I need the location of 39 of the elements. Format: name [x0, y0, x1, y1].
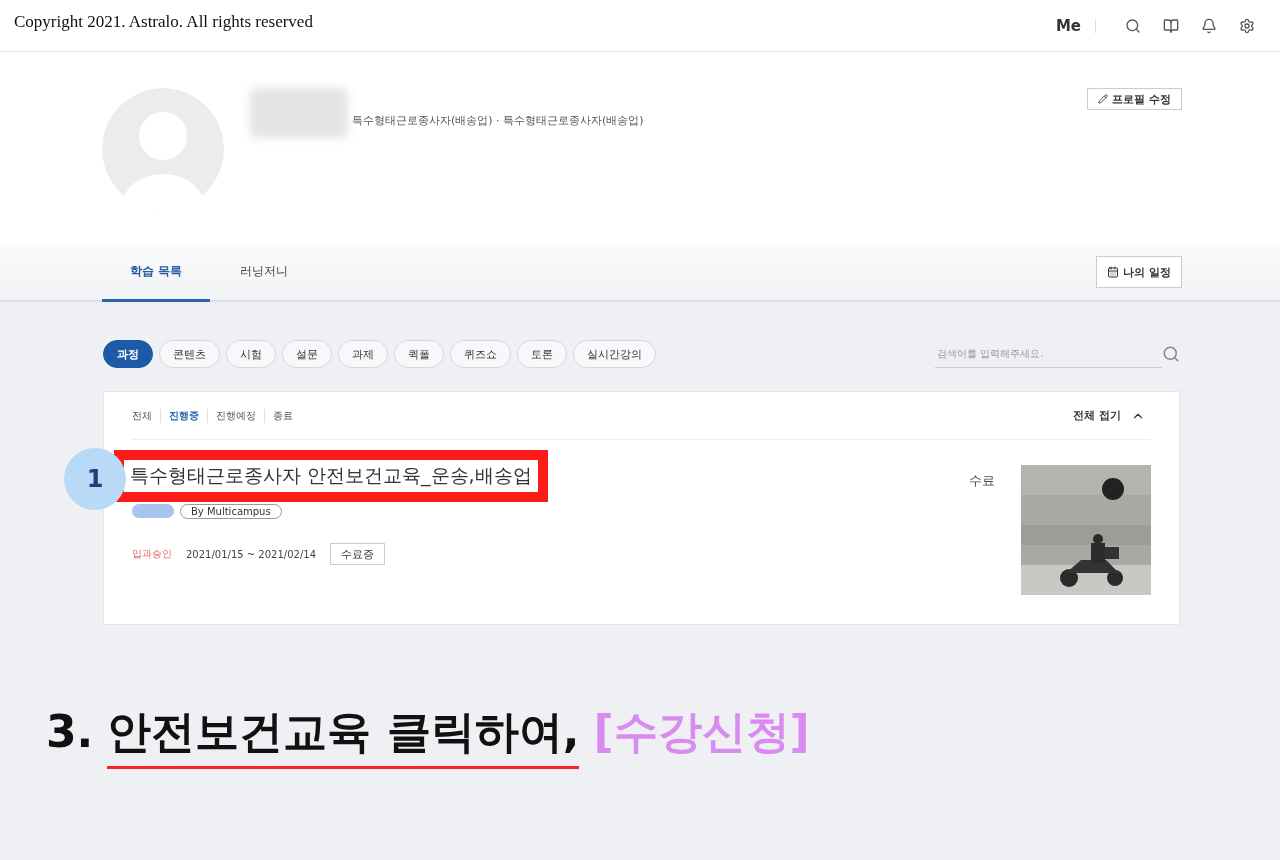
filter-chip[interactable]: 콘텐츠 — [159, 340, 220, 368]
tab[interactable]: 러닝저니 — [210, 244, 318, 302]
search-icon[interactable] — [1125, 17, 1141, 34]
filter-chip[interactable]: 과정 — [103, 340, 153, 368]
step-badge: 1 — [64, 448, 126, 510]
user-label: Me — [1055, 16, 1081, 35]
status-filter[interactable]: 전체 — [132, 408, 160, 423]
filter-chip[interactable]: 퀵폴 — [394, 340, 444, 368]
filter-chip[interactable]: 과제 — [338, 340, 388, 368]
approval-status: 입과승인 — [132, 547, 172, 561]
filter-chip[interactable]: 설문 — [282, 340, 332, 368]
affiliation-text: 특수형태근로종사자(배송업) · 특수형태근로종사자(배송업) — [352, 113, 645, 129]
book-icon[interactable] — [1163, 17, 1179, 34]
status-badge — [132, 504, 174, 518]
tab[interactable]: 학습 목록 — [102, 244, 210, 302]
search-icon — [1162, 345, 1180, 363]
pencil-icon — [1098, 94, 1109, 104]
status-filter[interactable]: 진행예정 — [207, 408, 264, 423]
course-period: 2021/01/15 ~ 2021/02/14 — [186, 548, 316, 560]
filter-chip[interactable]: 토론 — [517, 340, 567, 368]
certificate-button[interactable]: 수료증 — [330, 543, 385, 565]
caption-text: 안전보건교육 클릭하여, — [107, 703, 580, 769]
status-filter[interactable]: 종료 — [264, 408, 301, 423]
search-field[interactable]: 검색어를 입력해주세요. — [935, 340, 1162, 368]
filter-chip[interactable]: 실시간강의 — [573, 340, 656, 368]
collapse-all-button[interactable]: 전체 접기 — [1067, 407, 1151, 424]
caption-number: 3. — [46, 706, 94, 757]
settings-icon[interactable] — [1239, 17, 1255, 34]
calendar-icon — [1107, 266, 1120, 278]
copyright-text: Copyright 2021. Astralo. All rights reserved — [14, 11, 314, 32]
caption-highlight: [수강신청] — [593, 705, 810, 759]
edit-profile-button[interactable]: 프로필 수정 — [1087, 88, 1182, 110]
status-filter[interactable]: 진행중 — [160, 408, 207, 423]
course-title-link[interactable]: 특수형태근로종사자 안전보건교육_운송,배송업 — [114, 450, 548, 502]
completion-status: 수료 — [969, 472, 995, 490]
filter-chip[interactable]: 퀴즈쇼 — [450, 340, 511, 368]
schedule-button[interactable]: 나의 일정 — [1096, 256, 1182, 288]
filter-chip[interactable]: 시험 — [226, 340, 276, 368]
bell-icon[interactable] — [1201, 17, 1217, 34]
